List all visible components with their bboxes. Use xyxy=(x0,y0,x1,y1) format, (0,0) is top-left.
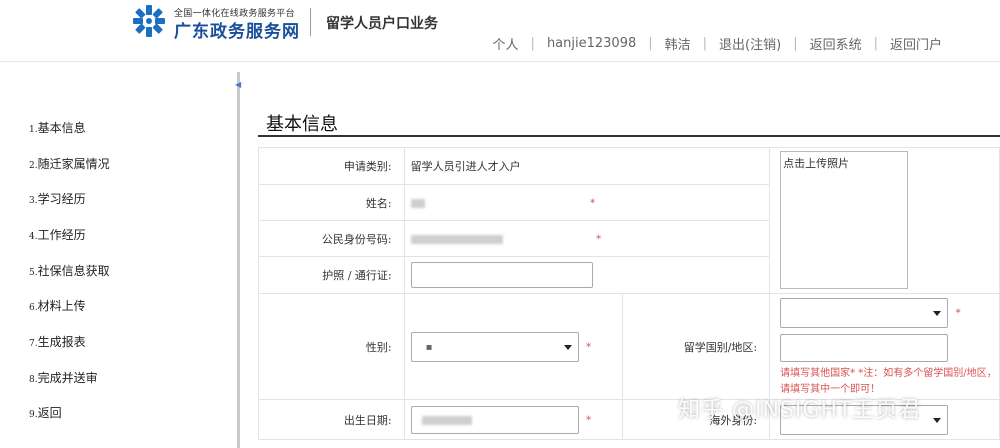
id-number-value: * xyxy=(403,220,771,257)
sidebar-item-number: 4. xyxy=(29,232,38,242)
sidebar-item-label: 随迁家属情况 xyxy=(37,157,110,171)
sidebar-item-number: 5. xyxy=(29,268,38,278)
sidebar-item-work[interactable]: 4.工作经历 xyxy=(29,226,86,243)
table-row: 性别: ▪ * 留学国别/地区: * 请填写其他国家* *注：如有多个留学国别/… xyxy=(258,293,1000,400)
photo-upload-label: 点击上传照片 xyxy=(783,157,850,170)
nav-username-link[interactable]: hanjie123098 xyxy=(547,36,636,51)
sidebar-item-upload[interactable]: 6.材料上传 xyxy=(29,297,86,314)
nav-back-portal-link[interactable]: 返回门户 xyxy=(890,34,942,53)
sidebar-collapse-icon[interactable]: ◀ xyxy=(235,80,241,89)
sidebar-item-number: 1. xyxy=(29,125,38,135)
passport-label: 护照 / 通行证: xyxy=(258,256,405,294)
photo-upload-box[interactable]: 点击上传照片 xyxy=(780,151,909,289)
required-mark: * xyxy=(596,234,602,245)
gender-selected-value: ▪ xyxy=(425,341,433,353)
page-title: 基本信息 xyxy=(266,114,338,135)
redacted-id-number xyxy=(410,234,503,244)
name-label: 姓名: xyxy=(258,184,405,221)
sidebar-item-submit[interactable]: 8.完成并送审 xyxy=(29,369,98,386)
sidebar-item-family[interactable]: 2.随迁家属情况 xyxy=(29,155,110,172)
nav-separator: | xyxy=(530,36,535,51)
gender-select[interactable]: ▪ xyxy=(410,331,579,362)
sidebar-item-label: 返回 xyxy=(37,406,62,420)
category-label: 申请类别: xyxy=(258,147,405,185)
service-name: 留学人员户口业务 xyxy=(326,16,438,32)
sidebar-item-label: 基本信息 xyxy=(37,121,86,135)
sidebar-item-social-security[interactable]: 5.社保信息获取 xyxy=(29,262,110,279)
gender-label: 性别: xyxy=(258,293,405,400)
sidebar-item-label: 学习经历 xyxy=(37,192,86,206)
sidebar-item-report[interactable]: 7.生成报表 xyxy=(29,333,86,350)
category-value: 留学人员引进人才入户 xyxy=(403,147,771,185)
title-divider xyxy=(258,135,1000,137)
sidebar-item-label: 生成报表 xyxy=(37,335,86,349)
chevron-down-icon xyxy=(563,344,572,350)
sidebar-item-label: 社保信息获取 xyxy=(37,264,110,278)
sidebar-item-number: 3. xyxy=(29,196,38,206)
nav-separator: | xyxy=(873,36,878,51)
passport-input[interactable] xyxy=(410,262,593,288)
nav-separator: | xyxy=(648,36,653,51)
table-row: 申请类别: 留学人员引进人才入户 点击上传照片 xyxy=(258,147,1000,294)
nav-personal-link[interactable]: 个人 xyxy=(493,34,519,53)
country-select-wrap: * xyxy=(780,298,999,328)
country-label: 留学国别/地区: xyxy=(621,293,771,400)
required-mark: * xyxy=(590,198,596,209)
sidebar-item-number: 2. xyxy=(29,161,38,171)
chevron-down-icon xyxy=(933,311,942,316)
country-cell: * 请填写其他国家* *注：如有多个留学国别/地区，请填写其中一个即可！ xyxy=(769,293,1000,400)
birth-date-input[interactable] xyxy=(410,405,579,434)
chevron-down-icon xyxy=(933,417,942,423)
birth-date-cell: * xyxy=(403,399,623,440)
required-mark: * xyxy=(586,341,592,353)
sidebar-divider xyxy=(237,72,240,448)
watermark: 知乎 @INSIGHT王页君 xyxy=(678,398,922,423)
page-header: 全国一体化在线政务服务平台 广东政务服务网 留学人员户口业务 个人 | hanj… xyxy=(0,0,1000,62)
gender-cell: ▪ * xyxy=(403,293,623,400)
photo-cell: 点击上传照片 xyxy=(769,147,1000,294)
sidebar-item-number: 8. xyxy=(29,375,38,385)
passport-cell xyxy=(403,256,771,294)
sidebar-item-label: 工作经历 xyxy=(37,228,86,242)
redacted-name xyxy=(410,198,425,208)
sidebar-item-label: 完成并送审 xyxy=(37,371,98,385)
nav-logout-link[interactable]: 退出(注销) xyxy=(719,34,781,53)
nav-separator: | xyxy=(702,36,708,51)
snowflake-logo-icon xyxy=(132,4,166,38)
sidebar-item-education[interactable]: 3.学习经历 xyxy=(29,190,86,207)
other-country-input[interactable] xyxy=(780,334,949,362)
required-mark: * xyxy=(955,308,961,319)
sidebar-item-number: 6. xyxy=(29,303,38,313)
redacted-birth-date xyxy=(421,415,472,425)
nav-separator: | xyxy=(793,36,798,51)
birth-date-label: 出生日期: xyxy=(258,399,405,440)
sidebar-item-number: 7. xyxy=(29,339,38,349)
sidebar-item-back[interactable]: 9.返回 xyxy=(29,404,62,421)
required-mark: * xyxy=(586,414,592,426)
id-number-label: 公民身份号码: xyxy=(258,220,405,257)
nav-realname-link[interactable]: 韩洁 xyxy=(665,34,691,53)
name-value: * xyxy=(403,184,771,221)
sidebar-item-number: 9. xyxy=(29,410,38,420)
header-divider xyxy=(310,8,311,36)
portal-name: 广东政务服务网 xyxy=(174,22,300,42)
sidebar-item-basic-info[interactable]: 1.基本信息 xyxy=(29,119,86,136)
top-nav: 个人 | hanjie123098 | 韩洁 | 退出(注销) | 返回系统 |… xyxy=(493,34,942,53)
country-select[interactable] xyxy=(780,298,949,328)
sidebar-item-label: 材料上传 xyxy=(37,299,86,313)
nav-back-system-link[interactable]: 返回系统 xyxy=(810,34,862,53)
